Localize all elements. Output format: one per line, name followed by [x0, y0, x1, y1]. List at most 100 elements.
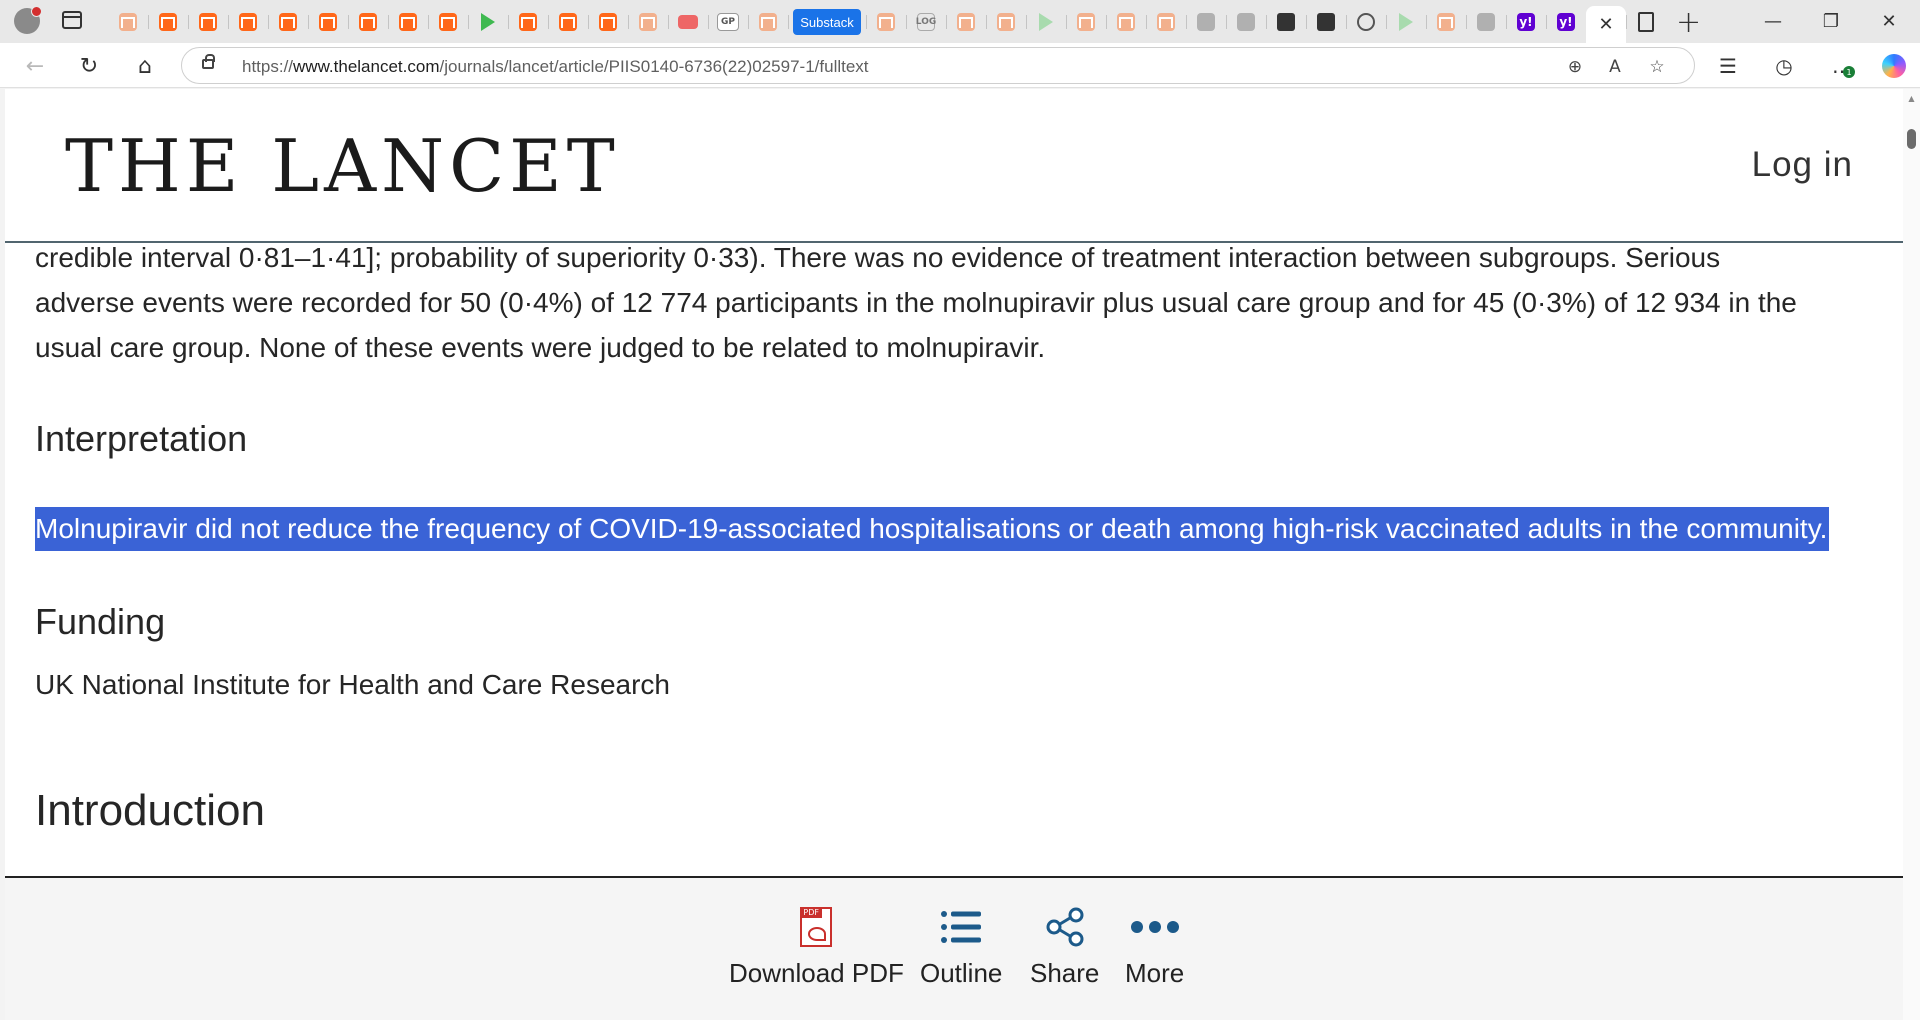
tab[interactable]	[1466, 6, 1506, 38]
tab[interactable]	[1346, 6, 1386, 38]
tab-substack-label: Substack	[793, 9, 861, 35]
tab[interactable]	[1266, 6, 1306, 38]
introduction-heading: Introduction	[35, 786, 265, 835]
tab[interactable]	[188, 6, 228, 38]
zoom-icon[interactable]: ⊕	[1562, 54, 1588, 80]
lock-icon[interactable]	[202, 54, 215, 69]
scroll-thumb[interactable]	[1907, 129, 1916, 149]
tab[interactable]	[866, 6, 906, 38]
tab-actions-icon[interactable]	[62, 11, 82, 29]
substack-icon	[759, 13, 777, 31]
tab[interactable]	[148, 6, 188, 38]
tab-strip: GP Substack LOG y! y! ✕ + — ❐ ✕	[0, 0, 1920, 43]
site-header: THE LANCET Log in	[5, 89, 1903, 243]
substack-icon	[359, 13, 377, 31]
tab[interactable]	[1146, 6, 1186, 38]
browser-toolbar: ← ↻ ⌂ https://www.thelancet.com/journals…	[0, 43, 1920, 88]
play-icon	[1039, 13, 1053, 31]
home-icon[interactable]: ⌂	[130, 51, 160, 81]
tab[interactable]: GP	[708, 6, 748, 38]
tab[interactable]	[1026, 6, 1066, 38]
tab[interactable]	[508, 6, 548, 38]
tab[interactable]	[1386, 6, 1426, 38]
favorites-icon[interactable]: ☰	[1713, 52, 1743, 80]
page-viewport: THE LANCET Log in credible interval 0·81…	[5, 89, 1903, 1020]
url-text[interactable]: https://www.thelancet.com/journals/lance…	[242, 57, 869, 77]
history-icon[interactable]: ◷	[1769, 52, 1799, 80]
openai-icon	[1357, 13, 1375, 31]
tab[interactable]	[1226, 6, 1266, 38]
profile-avatar[interactable]	[14, 6, 42, 34]
share-button[interactable]: Share	[1030, 906, 1099, 989]
tab-substack[interactable]: Substack	[788, 6, 866, 38]
tab[interactable]	[946, 6, 986, 38]
tab[interactable]	[748, 6, 788, 38]
substack-icon	[399, 13, 417, 31]
substack-icon	[279, 13, 297, 31]
copilot-icon[interactable]	[1879, 52, 1909, 80]
tab[interactable]	[1066, 6, 1106, 38]
gp-icon: GP	[717, 13, 739, 31]
tab[interactable]: LOG	[906, 6, 946, 38]
substack-icon	[119, 13, 137, 31]
more-label: More	[1125, 958, 1185, 988]
tab[interactable]: y!	[1546, 6, 1586, 38]
download-pdf-button[interactable]: PDF Download PDF	[729, 906, 904, 989]
back-arrow-icon[interactable]: ←	[20, 51, 50, 81]
tab[interactable]	[1426, 6, 1466, 38]
tab[interactable]	[308, 6, 348, 38]
more-menu-icon[interactable]: … 1	[1827, 52, 1857, 80]
tab[interactable]	[428, 6, 468, 38]
tab[interactable]	[268, 6, 308, 38]
substack-icon	[159, 13, 177, 31]
tab[interactable]: y!	[1506, 6, 1546, 38]
tab[interactable]	[1626, 6, 1666, 38]
tab-active[interactable]: ✕	[1586, 6, 1626, 43]
minimize-button[interactable]: —	[1744, 0, 1802, 43]
youtube-icon	[678, 15, 698, 29]
login-link[interactable]: Log in	[1752, 145, 1853, 185]
refresh-icon[interactable]: ↻	[74, 51, 104, 81]
tab[interactable]	[628, 6, 668, 38]
substack-icon	[439, 13, 457, 31]
tab[interactable]	[548, 6, 588, 38]
substack-icon	[319, 13, 337, 31]
list-icon	[941, 911, 982, 943]
close-tab-icon[interactable]: ✕	[1598, 14, 1613, 35]
play-icon	[1399, 13, 1413, 31]
favorite-star-icon[interactable]: ☆	[1644, 54, 1670, 80]
substack-icon	[1157, 13, 1175, 31]
download-pdf-label: Download PDF	[729, 958, 904, 988]
tab[interactable]	[1306, 6, 1346, 38]
tab[interactable]	[986, 6, 1026, 38]
tab[interactable]	[588, 6, 628, 38]
document-search-icon	[1317, 13, 1335, 31]
tab[interactable]	[228, 6, 268, 38]
scroll-up-icon[interactable]: ▲	[1903, 91, 1920, 105]
close-window-button[interactable]: ✕	[1860, 0, 1918, 43]
substack-icon	[559, 13, 577, 31]
outline-button[interactable]: Outline	[920, 906, 1002, 989]
scrollbar[interactable]: ▲	[1903, 89, 1920, 1020]
restore-button[interactable]: ❐	[1802, 0, 1860, 43]
url-prefix: https://	[242, 57, 294, 76]
address-bar[interactable]: https://www.thelancet.com/journals/lance…	[181, 47, 1695, 84]
tab[interactable]	[1106, 6, 1146, 38]
tab[interactable]	[348, 6, 388, 38]
tab[interactable]	[1186, 6, 1226, 38]
tab[interactable]	[468, 6, 508, 38]
new-tab-icon[interactable]: +	[1676, 5, 1701, 40]
tab[interactable]	[108, 6, 148, 38]
tab[interactable]	[388, 6, 428, 38]
substack-icon	[199, 13, 217, 31]
results-paragraph: credible interval 0·81–1·41]; probabilit…	[35, 242, 1797, 363]
more-button[interactable]: More	[1125, 906, 1184, 989]
read-aloud-icon[interactable]: A	[1602, 54, 1628, 80]
lancet-logo[interactable]: THE LANCET	[65, 130, 620, 202]
coin-icon	[1477, 13, 1495, 31]
substack-icon	[239, 13, 257, 31]
log-icon: LOG	[916, 13, 936, 31]
play-icon	[481, 13, 495, 31]
url-path: /journals/lancet/article/PIIS0140-6736(2…	[439, 57, 869, 76]
tab[interactable]	[668, 6, 708, 38]
